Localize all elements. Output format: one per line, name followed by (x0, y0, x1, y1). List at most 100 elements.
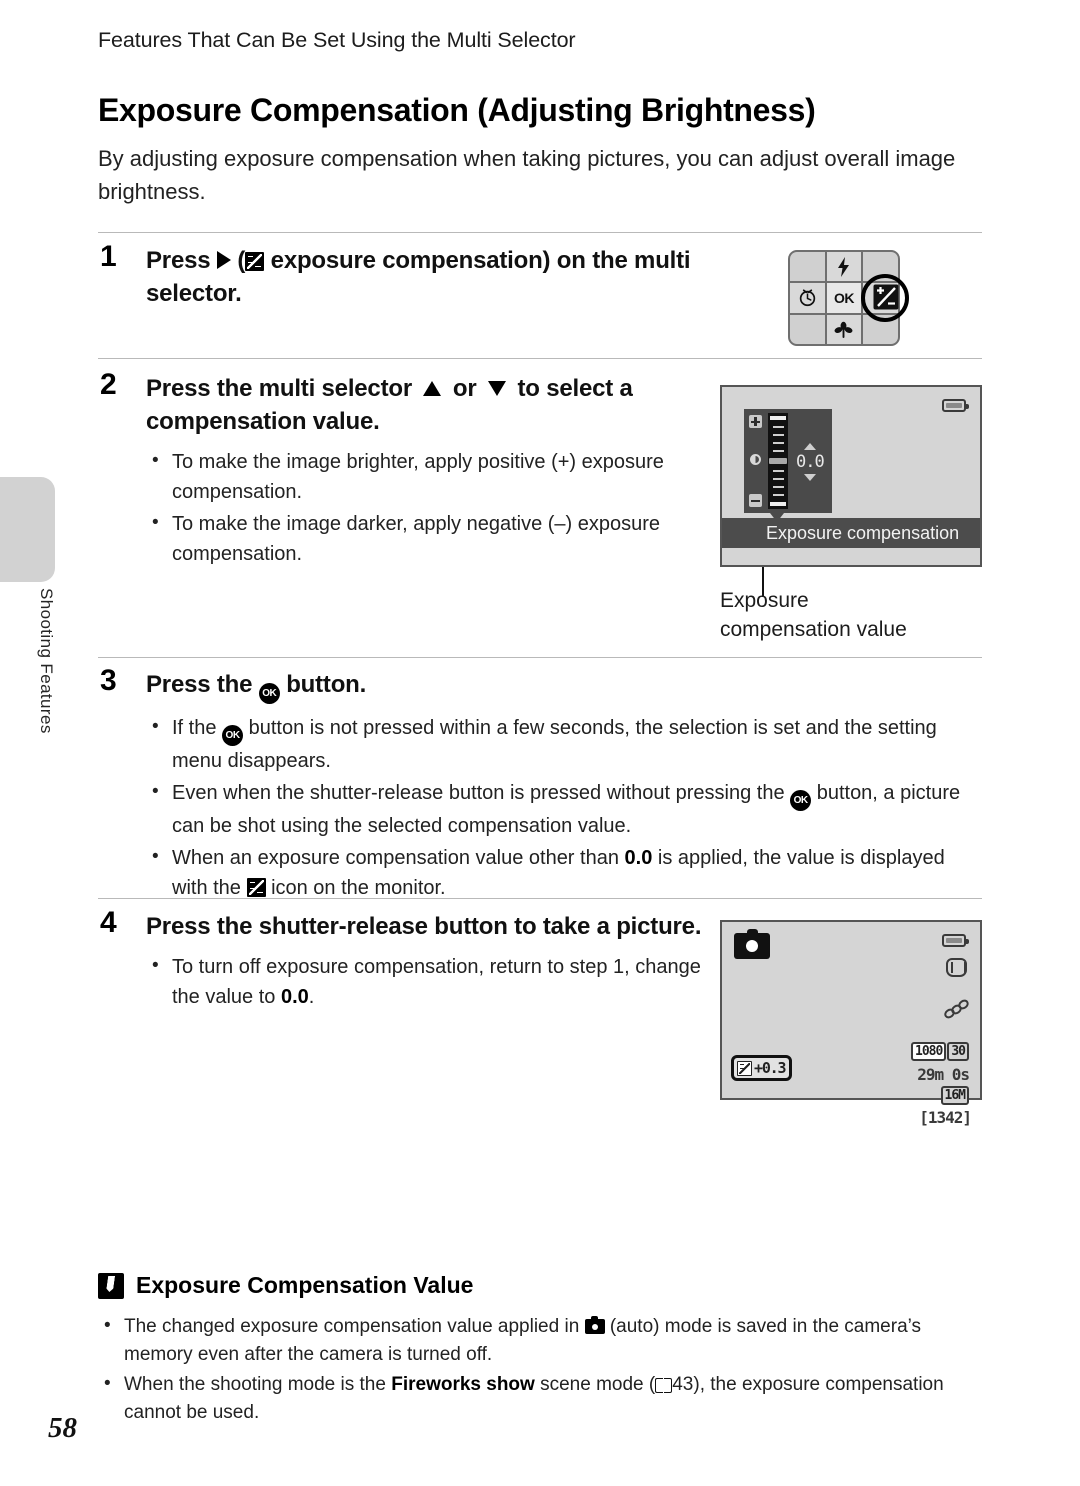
bullet-text-b: . (308, 986, 315, 1008)
step-3-number: 3 (100, 664, 117, 697)
tick (772, 493, 784, 497)
movie-option-indicator: 1080 30 (911, 1042, 969, 1061)
intro-paragraph: By adjusting exposure compensation when … (98, 146, 956, 204)
tick-bottom (770, 501, 786, 506)
dpad-left-self-timer[interactable] (790, 283, 825, 313)
dpad-ok-button[interactable]: OK (826, 283, 862, 313)
increase-arrow-icon[interactable] (803, 443, 816, 450)
auto-mode-icon (734, 929, 770, 959)
bullet-bold-value: 0.0 (624, 847, 653, 869)
bullet-text-b: button is not pressed within a few secon… (172, 717, 937, 772)
caption-line-2: compensation value (720, 618, 907, 641)
step-3-bullet-1: If the OK button is not pressed within a… (146, 712, 982, 776)
note-bullet-2: When the shooting mode is the Fireworks … (98, 1370, 982, 1427)
tick (772, 449, 784, 453)
ok-button-icon: OK (790, 790, 812, 811)
page-content: Features That Can Be Set Using the Multi… (98, 0, 982, 1486)
minus-icon (749, 494, 762, 507)
macro-icon (835, 321, 853, 338)
divider-4 (98, 898, 982, 899)
pencil-note-icon (98, 1272, 124, 1299)
dpad-up-flash[interactable] (826, 252, 862, 282)
vibration-reduction-icon (946, 958, 967, 977)
step-3-bullets: If the OK button is not pressed within a… (146, 712, 982, 903)
step-2-bullet-2: To make the image darker, apply negative… (146, 508, 706, 569)
bullet-text-a: To turn off exposure compensation, retur… (172, 956, 701, 1008)
page-number: 58 (48, 1412, 77, 1444)
monitor-caption-bar: Exposure compensation (722, 518, 980, 548)
divider-2 (98, 358, 982, 359)
tick (772, 441, 784, 445)
slider-cursor[interactable] (769, 457, 787, 464)
right-arrow-icon (217, 251, 232, 269)
battery-icon (942, 934, 969, 947)
divider-1 (98, 232, 982, 233)
step-3-bullet-3: When an exposure compensation value othe… (146, 842, 982, 903)
note-bullets: The changed exposure compensation value … (98, 1312, 982, 1427)
brightness-icon (750, 454, 761, 465)
down-arrow-icon (488, 381, 506, 396)
tick (772, 433, 784, 437)
exposure-compensation-icon (245, 252, 265, 271)
note-heading: Exposure Compensation Value (98, 1272, 982, 1299)
exposure-compensation-value: +0.3 (754, 1059, 787, 1077)
running-head: Features That Can Be Set Using the Multi… (98, 28, 576, 52)
movie-framerate: 30 (947, 1042, 969, 1061)
exposure-compensation-badge: +0.3 (731, 1055, 793, 1081)
tick-top (770, 416, 786, 420)
image-size: 16M (940, 1086, 969, 1105)
dpad-exposure-compensation-icon (873, 284, 899, 310)
bullet-text-c: icon on the monitor. (271, 877, 446, 899)
image-size-indicator: 16M (940, 1086, 969, 1105)
dpad-corner-bl (790, 314, 825, 344)
step-2-text-a: Press the multi selector (146, 375, 412, 402)
step-1-text-before: Press (146, 247, 211, 274)
step-3: 3 Press the OK button. If the OK button … (98, 664, 982, 905)
reference-book-icon (655, 1377, 673, 1393)
flash-icon (838, 256, 850, 277)
section-tab (0, 477, 55, 582)
movie-resolution: 1080 (911, 1042, 947, 1061)
divider-3 (98, 657, 982, 658)
step-4-bullet-1: To turn off exposure compensation, retur… (146, 951, 706, 1012)
dpad-down-macro[interactable] (826, 314, 862, 344)
tick (772, 485, 784, 489)
page-reference: 43 (672, 1374, 694, 1395)
tick (772, 477, 784, 481)
note-section: Exposure Compensation Value The changed … (98, 1272, 982, 1429)
step-3-text-b: button. (286, 671, 367, 698)
decrease-arrow-icon[interactable] (803, 474, 816, 481)
motion-detection-icon (942, 997, 971, 1021)
note-bullet-1: The changed exposure compensation value … (98, 1312, 982, 1369)
shots-remaining: [1342] (919, 1108, 972, 1127)
battery-icon (942, 399, 969, 412)
step-3-heading: Press the OK button. (146, 668, 982, 704)
step-1-number: 1 (100, 240, 117, 273)
step-2-heading: Press the multi selector or to select a … (146, 372, 706, 438)
step-1-heading: Press( exposure compensation) on the mul… (146, 244, 706, 310)
step-1-paren: ( (237, 247, 246, 274)
step-2-number: 2 (100, 368, 117, 401)
dpad-corner-tl (790, 252, 825, 282)
plus-icon (749, 415, 762, 428)
exposure-slider-track[interactable] (768, 413, 788, 509)
note-title: Exposure Compensation Value (136, 1272, 474, 1298)
bullet-text-a: Even when the shutter-release button is … (172, 782, 785, 804)
step-4-number: 4 (100, 906, 117, 939)
exposure-compensation-icon (873, 284, 899, 310)
ok-button-icon: OK (258, 683, 280, 704)
self-timer-icon (799, 289, 816, 307)
exposure-value-readout: 0.0 (796, 443, 825, 481)
exposure-compensation-icon (737, 1060, 752, 1076)
bullet-text-a: If the (172, 717, 217, 739)
step-1: 1 Press( exposure compensation) on the m… (98, 240, 982, 346)
monitor-step4: 1080 30 29m 0s 16M [1342] +0.3 (720, 920, 982, 1127)
monitor-step2-caption: Exposure compensation value (720, 586, 980, 644)
step-3-bullet-2: Even when the shutter-release button is … (146, 777, 982, 841)
page-title: Exposure Compensation (Adjusting Brightn… (98, 92, 816, 128)
step-4-heading: Press the shutter-release button to take… (146, 913, 702, 940)
bullet-text-a: When an exposure compensation value othe… (172, 847, 619, 869)
ok-button-icon: OK (222, 725, 244, 746)
monitor-step2: 0.0 +0.3 Exposure compensation (720, 385, 982, 567)
recording-time-remaining: 29m 0s (917, 1065, 970, 1084)
